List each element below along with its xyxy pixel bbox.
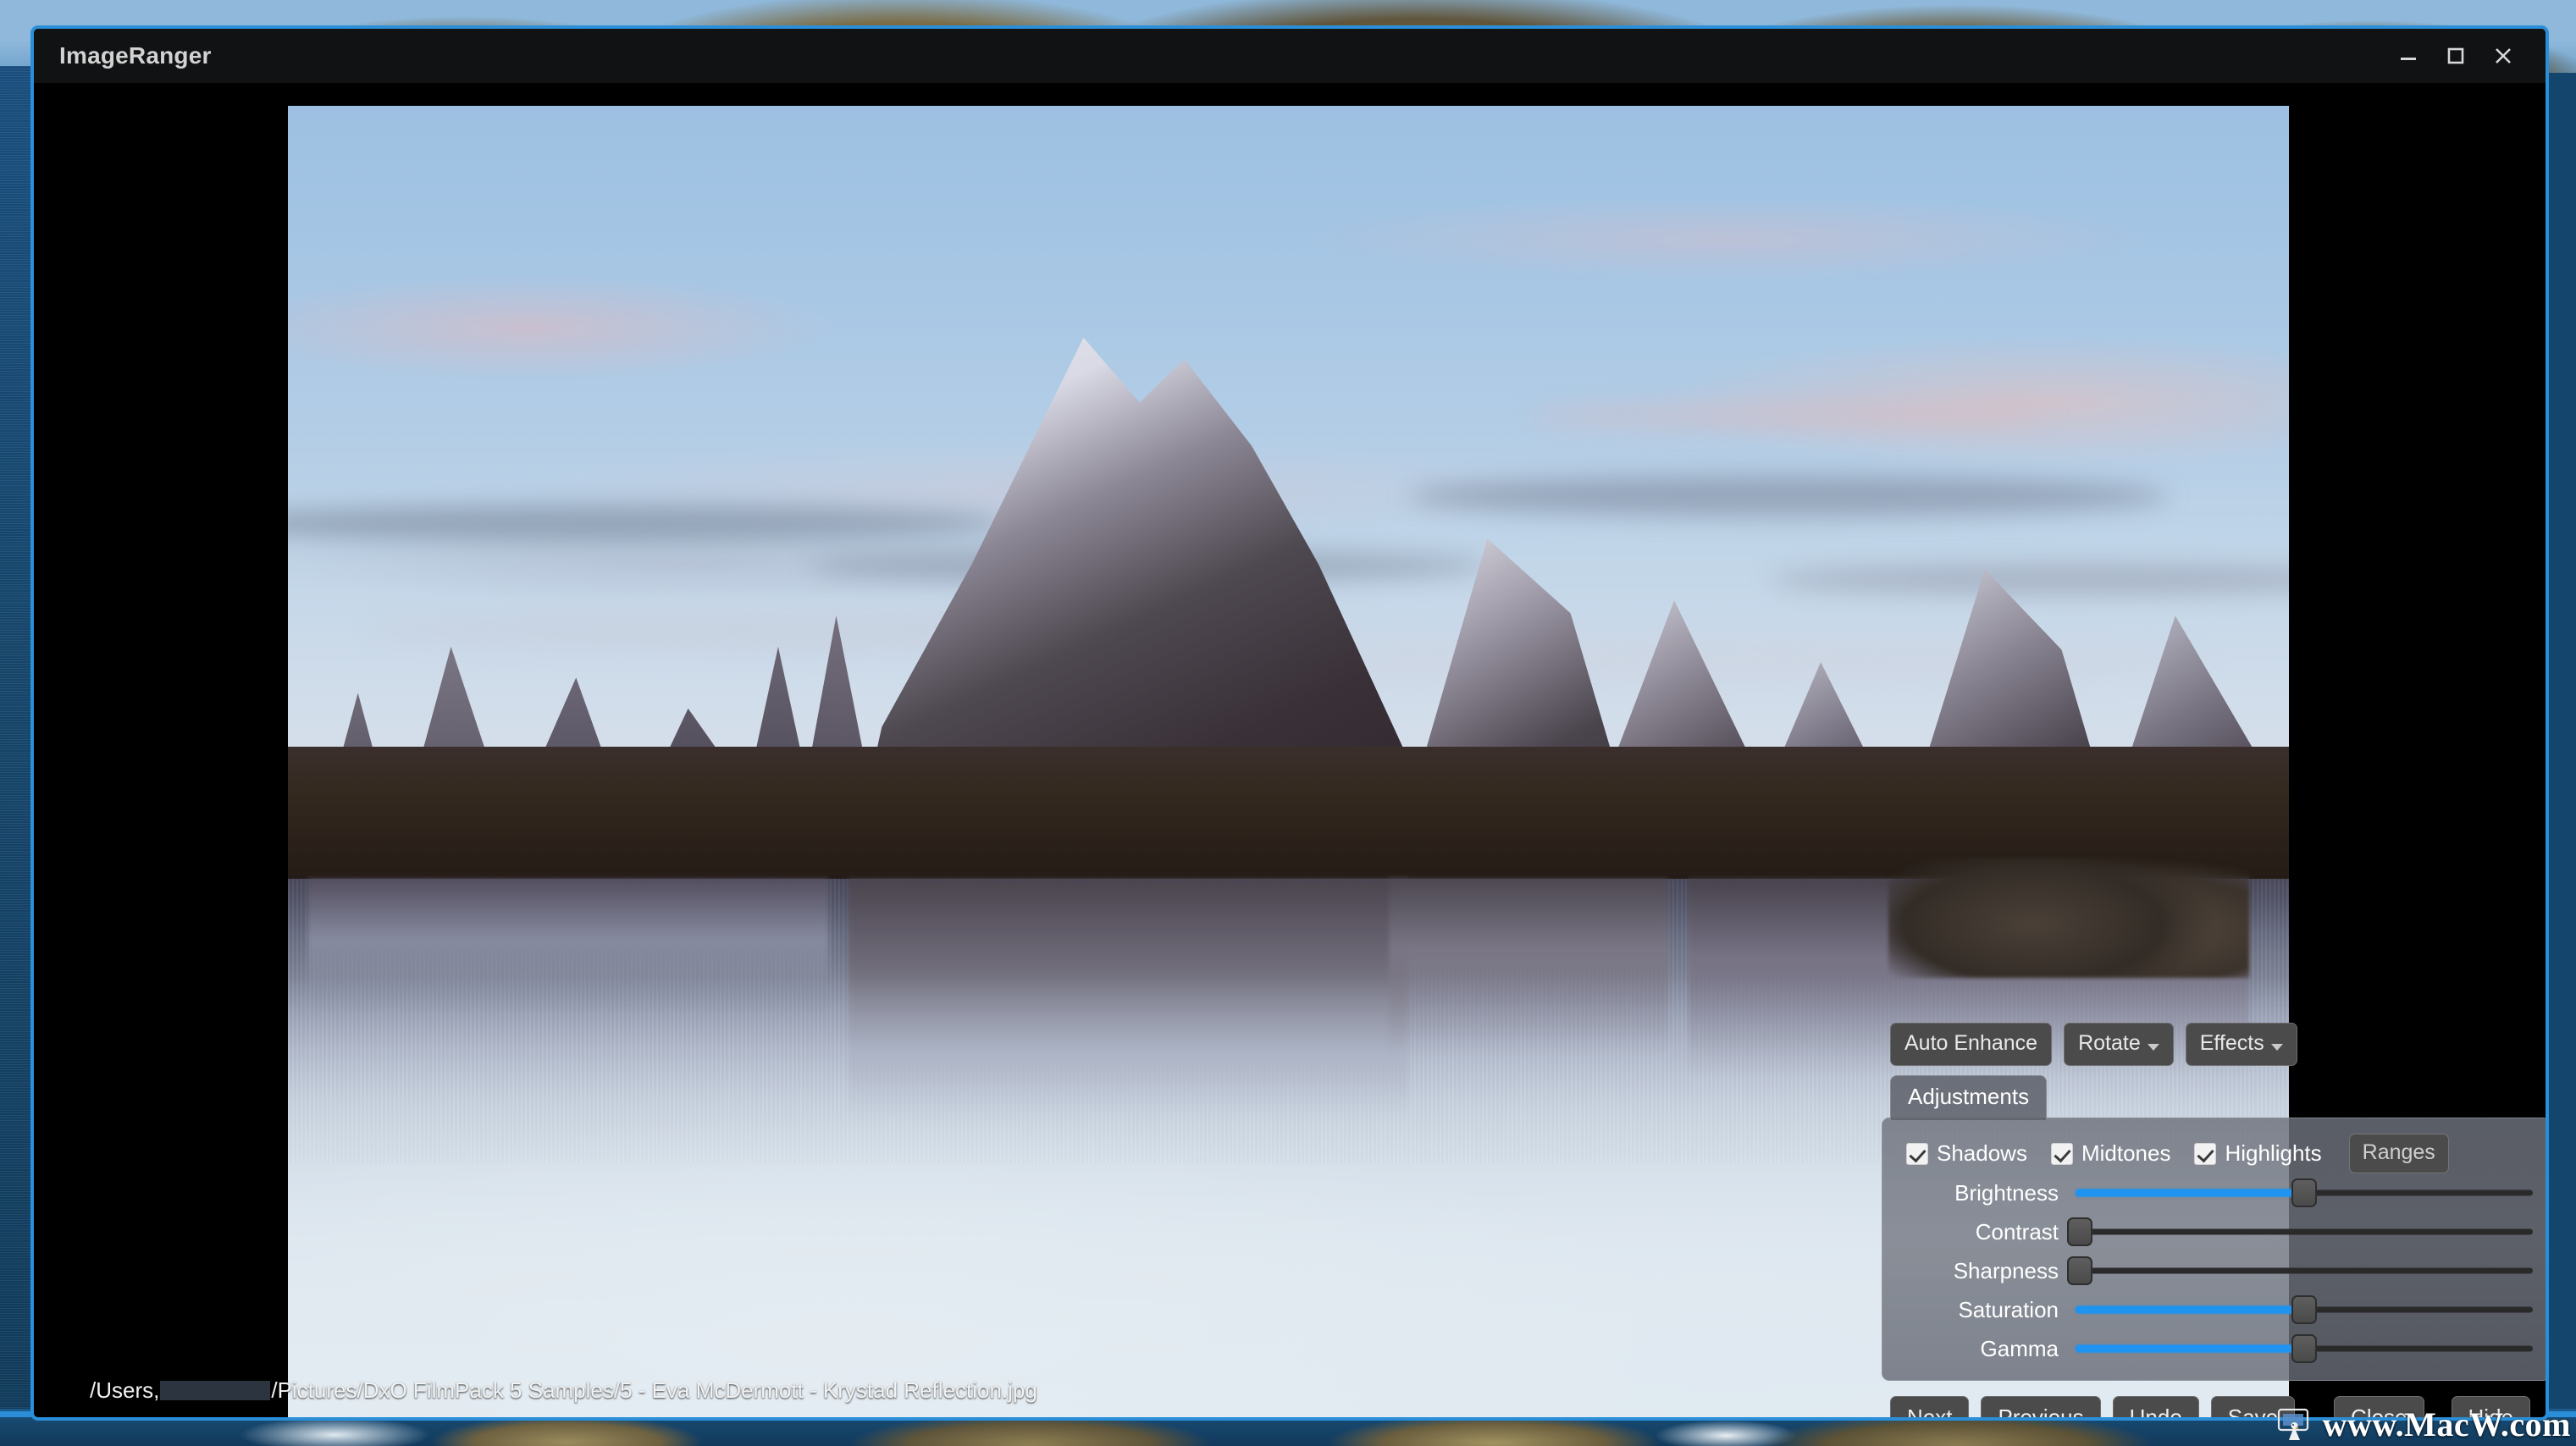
- photo-mountains: [288, 106, 2289, 879]
- rotate-label: Rotate: [2078, 1031, 2141, 1055]
- photo-viewer-area: © EVA MCDERMOTT Auto Enhance Rotate Effe…: [34, 83, 2546, 1421]
- macw-watermark: www.MacW.com: [2277, 1405, 2571, 1444]
- checkbox-highlights-box[interactable]: [2194, 1142, 2217, 1165]
- slider-saturation-label: Saturation: [1958, 1296, 2059, 1322]
- chevron-down-icon: [2147, 1043, 2159, 1051]
- previous-button[interactable]: Previous: [1981, 1396, 2101, 1421]
- slider-sharpness: Sharpness: [1882, 1251, 2546, 1290]
- maximize-icon: [2447, 47, 2464, 64]
- checkbox-midtones[interactable]: Midtones: [2050, 1140, 2171, 1167]
- slider-track-bg: [2076, 1267, 2533, 1274]
- rotate-button[interactable]: Rotate: [2064, 1023, 2174, 1066]
- next-label: Next: [1907, 1405, 1953, 1421]
- slider-contrast-thumb[interactable]: [2067, 1217, 2093, 1246]
- slider-sharpness-track[interactable]: [2067, 1256, 2533, 1285]
- slider-gamma-fill: [2076, 1344, 2304, 1353]
- slider-saturation-fill: [2076, 1305, 2304, 1314]
- close-button[interactable]: [2479, 29, 2527, 83]
- effects-button[interactable]: Effects: [2185, 1023, 2297, 1066]
- tab-adjustments-label: Adjustments: [1908, 1084, 2030, 1109]
- foreground-rock: [1888, 858, 2249, 978]
- checkbox-highlights-label: Highlights: [2225, 1140, 2322, 1166]
- maximize-button[interactable]: [2432, 29, 2479, 83]
- chevron-down-icon: [2270, 1043, 2283, 1051]
- tonal-range-checkboxes: Shadows Midtones Highlights Ranges: [1882, 1118, 2546, 1173]
- slider-contrast-label: Contrast: [1975, 1218, 2059, 1245]
- slider-contrast-track[interactable]: [2067, 1217, 2533, 1246]
- slider-brightness-track[interactable]: [2076, 1178, 2533, 1207]
- checkbox-midtones-label: Midtones: [2081, 1140, 2171, 1166]
- file-path-prefix: /Users,: [90, 1377, 160, 1403]
- checkbox-shadows-box[interactable]: [1906, 1142, 1928, 1165]
- slider-saturation-track[interactable]: [2076, 1295, 2533, 1324]
- slider-gamma: Gamma: [1882, 1329, 2546, 1368]
- slider-brightness: Brightness: [1882, 1173, 2546, 1212]
- window-controls: [2385, 29, 2527, 83]
- file-path-status: /Users, /Pictures/DxO FilmPack 5 Samples…: [90, 1377, 1037, 1404]
- macw-logo-icon: [2277, 1408, 2316, 1442]
- edit-toolbar: Auto Enhance Rotate Effects: [1890, 1023, 2297, 1066]
- slider-saturation: Saturation: [1882, 1290, 2546, 1329]
- slider-gamma-thumb[interactable]: [2291, 1334, 2317, 1363]
- slider-track-bg: [2076, 1228, 2533, 1235]
- slider-contrast: Contrast: [1882, 1212, 2546, 1251]
- undo-label: Undo: [2129, 1405, 2182, 1421]
- slider-brightness-fill: [2076, 1189, 2304, 1197]
- redacted-username: [160, 1381, 271, 1400]
- checkbox-midtones-box[interactable]: [2050, 1142, 2073, 1165]
- save-label: Save: [2227, 1405, 2279, 1421]
- slider-saturation-thumb[interactable]: [2291, 1295, 2317, 1324]
- checkbox-shadows[interactable]: Shadows: [1906, 1140, 2027, 1167]
- slider-sharpness-thumb[interactable]: [2067, 1256, 2093, 1285]
- effects-label: Effects: [2199, 1031, 2264, 1055]
- slider-brightness-label: Brightness: [1954, 1179, 2059, 1206]
- minimize-button[interactable]: [2385, 29, 2432, 83]
- auto-enhance-label: Auto Enhance: [1904, 1031, 2038, 1055]
- slider-gamma-label: Gamma: [1980, 1335, 2059, 1361]
- slider-gamma-track[interactable]: [2076, 1334, 2533, 1363]
- macw-watermark-text: www.MacW.com: [2322, 1405, 2571, 1443]
- title-bar: ImageRanger: [34, 29, 2546, 83]
- minimize-icon: [2401, 58, 2416, 60]
- application-window: ImageRanger Auto Enhance Rotate Effects …: [30, 25, 2549, 1421]
- ranges-button[interactable]: Ranges: [2348, 1134, 2449, 1173]
- previous-label: Previous: [1998, 1405, 2084, 1421]
- slider-sharpness-label: Sharpness: [1953, 1257, 2059, 1283]
- undo-button[interactable]: Undo: [2112, 1396, 2199, 1421]
- close-icon: [2496, 48, 2511, 63]
- checkbox-highlights[interactable]: Highlights: [2194, 1140, 2322, 1167]
- ranges-button-label: Ranges: [2362, 1140, 2435, 1164]
- next-button[interactable]: Next: [1890, 1396, 1970, 1421]
- adjustments-panel: Shadows Midtones Highlights Ranges Brigh…: [1882, 1118, 2546, 1381]
- file-path-suffix: /Pictures/DxO FilmPack 5 Samples/5 - Eva…: [271, 1377, 1037, 1403]
- checkbox-shadows-label: Shadows: [1937, 1140, 2027, 1166]
- tab-adjustments[interactable]: Adjustments: [1890, 1075, 2048, 1120]
- app-title: ImageRanger: [59, 42, 212, 69]
- auto-enhance-button[interactable]: Auto Enhance: [1890, 1023, 2053, 1066]
- slider-brightness-thumb[interactable]: [2291, 1178, 2317, 1207]
